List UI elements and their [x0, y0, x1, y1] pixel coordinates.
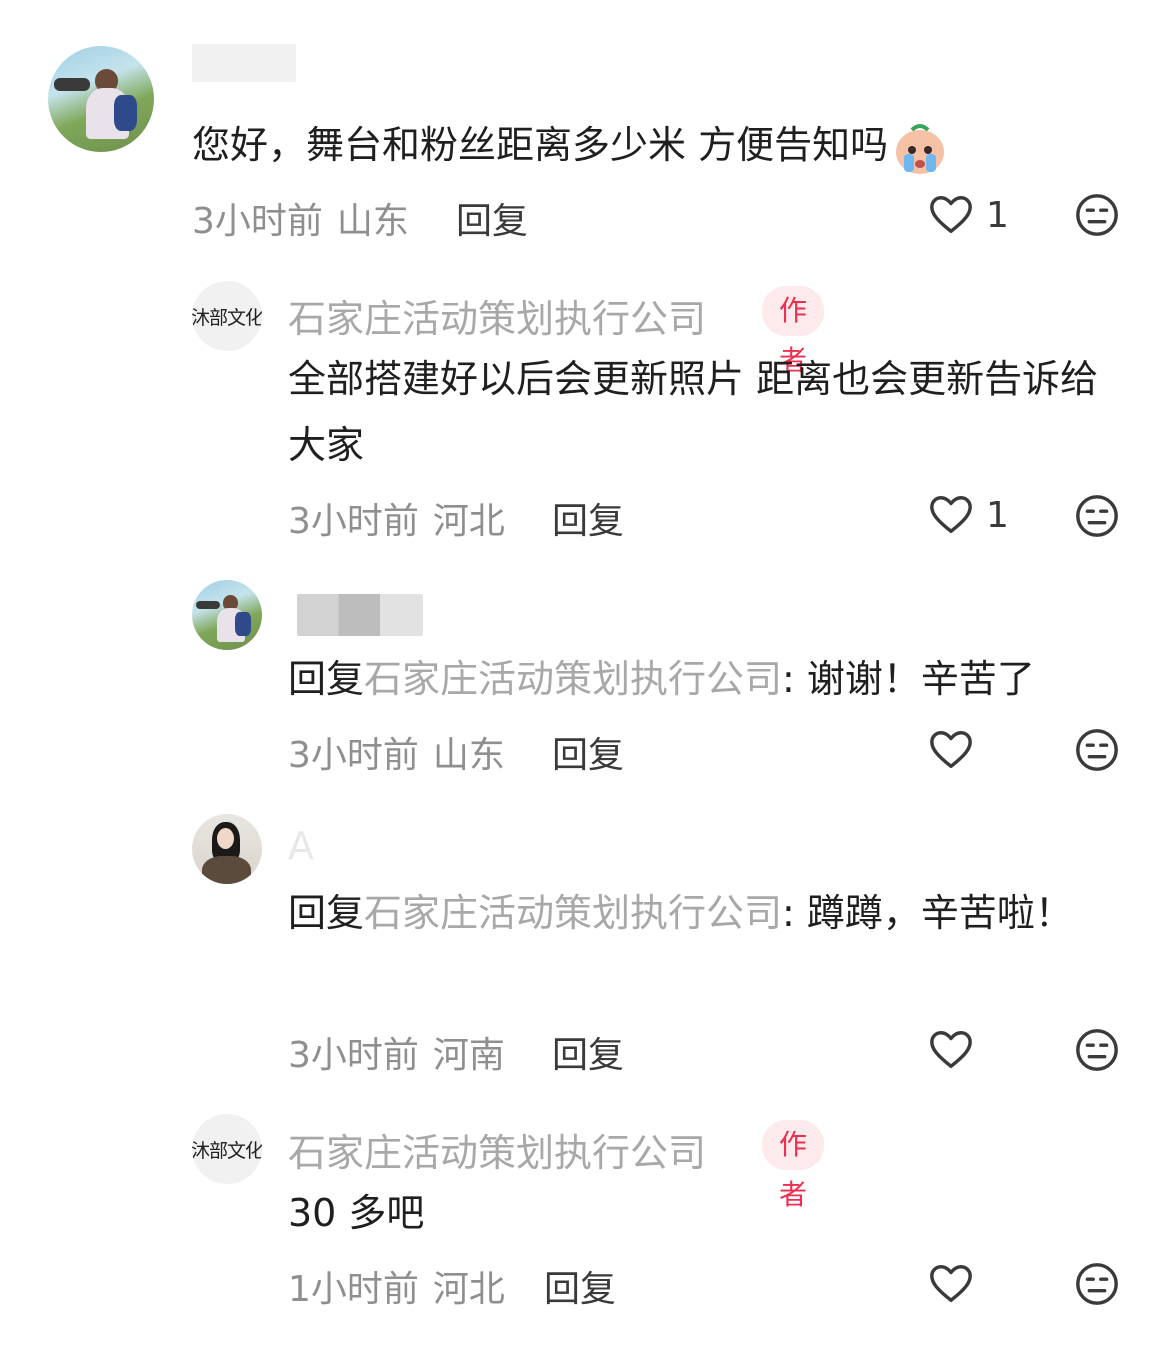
- avatar-text: 沐部文化: [192, 1139, 262, 1162]
- timestamp: 3小时前: [192, 201, 323, 242]
- username[interactable]: A: [288, 824, 314, 868]
- username-redacted[interactable]: [297, 594, 423, 636]
- heart-icon: [930, 1265, 972, 1303]
- heart-icon: [930, 496, 972, 534]
- location: 河北: [432, 501, 505, 542]
- dislike-face-icon[interactable]: [1074, 1261, 1120, 1307]
- comment-text: 回复石家庄活动策划执行公司: 谢谢！辛苦了: [288, 657, 1035, 701]
- timestamp: 3小时前: [288, 501, 419, 542]
- dislike-face-icon[interactable]: [1074, 493, 1120, 539]
- reply-button[interactable]: 回复: [552, 492, 624, 544]
- reply-to-user[interactable]: 石家庄活动策划执行公司: [364, 657, 782, 701]
- heart-icon: [930, 731, 972, 769]
- reply-prefix: 回复: [288, 891, 365, 935]
- comment-meta: 3小时前 河北: [288, 492, 505, 544]
- comment-meta: 1小时前 河北: [288, 1260, 505, 1312]
- dislike-face-icon[interactable]: [1074, 727, 1120, 773]
- comment-meta: 3小时前 河南: [288, 1026, 505, 1078]
- author-badge: 作者: [762, 286, 825, 377]
- like-count: 1: [986, 194, 1009, 236]
- timestamp: 1小时前: [288, 1269, 419, 1310]
- reply-to-user[interactable]: 石家庄活动策划执行公司: [364, 891, 782, 935]
- location: 山东: [336, 201, 409, 242]
- like-button[interactable]: 1: [928, 192, 1009, 238]
- location: 山东: [432, 735, 505, 776]
- reply-button[interactable]: 回复: [552, 1026, 624, 1078]
- reply-button[interactable]: 回复: [456, 192, 528, 244]
- timestamp: 3小时前: [288, 1035, 419, 1076]
- like-button[interactable]: [928, 1261, 974, 1307]
- dislike-face-icon[interactable]: [1074, 192, 1120, 238]
- username[interactable]: 石家庄活动策划执行公司: [288, 288, 706, 343]
- heart-icon: [930, 196, 972, 234]
- dislike-face-icon[interactable]: [1074, 1027, 1120, 1073]
- comment-meta: 3小时前 山东: [192, 192, 409, 244]
- like-button[interactable]: [928, 727, 974, 773]
- avatar[interactable]: [192, 814, 262, 884]
- avatar[interactable]: [192, 580, 262, 650]
- location: 河南: [432, 1035, 505, 1076]
- like-count: 1: [986, 494, 1009, 536]
- crying-emoji-icon: [892, 120, 948, 176]
- comment-text: 30 多吧: [288, 1191, 425, 1235]
- avatar[interactable]: 沐部文化: [192, 281, 262, 351]
- like-button[interactable]: [928, 1027, 974, 1073]
- username-redacted[interactable]: [192, 44, 296, 82]
- comment-text: 全部搭建好以后会更新照片 距离也会更新告诉给大家: [288, 357, 1099, 467]
- comment-text: 回复石家庄活动策划执行公司: 蹲蹲，辛苦啦！: [288, 891, 1073, 935]
- avatar[interactable]: [48, 46, 154, 152]
- heart-icon: [930, 1031, 972, 1069]
- author-badge: 作者: [762, 1120, 825, 1211]
- reply-prefix: 回复: [288, 657, 365, 701]
- comment-meta: 3小时前 山东: [288, 726, 505, 778]
- location: 河北: [432, 1269, 505, 1310]
- reply-button[interactable]: 回复: [544, 1260, 616, 1312]
- comment-text: 您好，舞台和粉丝距离多少米 方便告知吗: [192, 112, 1032, 178]
- avatar[interactable]: 沐部文化: [192, 1114, 262, 1184]
- reply-button[interactable]: 回复: [552, 726, 624, 778]
- timestamp: 3小时前: [288, 735, 419, 776]
- like-button[interactable]: 1: [928, 492, 1009, 538]
- avatar-text: 沐部文化: [192, 306, 262, 329]
- username[interactable]: 石家庄活动策划执行公司: [288, 1122, 706, 1177]
